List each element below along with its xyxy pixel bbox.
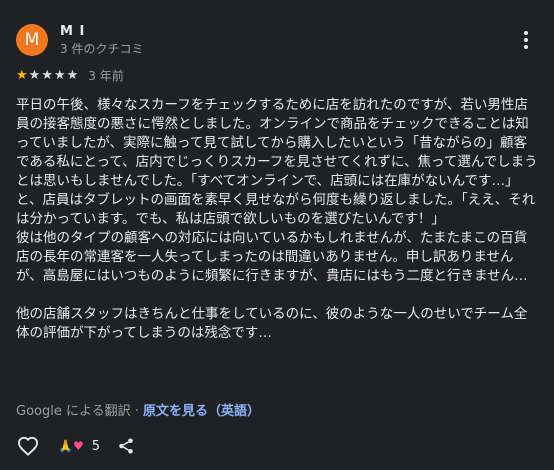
star-icon: ★ <box>66 67 79 83</box>
review-paragraph <box>16 286 538 305</box>
reaction-count: 5 <box>91 438 100 454</box>
heart-outline-icon <box>17 436 39 456</box>
star-icon: ★ <box>41 67 53 83</box>
share-icon <box>119 438 133 454</box>
more-vert-icon-dot <box>524 45 528 49</box>
more-vert-icon-dot <box>524 31 528 35</box>
review-header: M M I 3 件のクチコミ <box>16 24 536 58</box>
star-icon: ★ <box>28 67 41 83</box>
review-date: 3 年前 <box>88 68 124 83</box>
reviewer-review-count[interactable]: 3 件のクチコミ <box>60 42 143 56</box>
translation-row: Google による翻訳 · 原文を見る（英語） <box>16 404 260 420</box>
more-options-button[interactable] <box>516 26 536 54</box>
share-button[interactable] <box>116 436 136 456</box>
separator: · <box>134 404 139 419</box>
rating-row: ★ ★ ★ ★ ★ 3 年前 <box>16 67 124 83</box>
reactions[interactable]: 🙏 ♥ 5 <box>58 439 100 454</box>
review-paragraph: 他の店舗スタッフはきちんと仕事をしているのに、彼のような一人のせいでチーム全体の… <box>16 306 528 341</box>
review-paragraph: 平日の午後、様々なスカーフをチェックするために店を訪れたのですが、若い男性店員の… <box>16 97 538 227</box>
reviewer-name[interactable]: M I <box>60 24 85 40</box>
avatar-letter: M <box>24 30 40 50</box>
more-vert-icon-dot <box>524 38 528 42</box>
review-body: 平日の午後、様々なスカーフをチェックするために店を訪れたのですが、若い男性店員の… <box>16 96 538 343</box>
pink-heart-emoji: ♥ <box>72 439 84 453</box>
review-actions: 🙏 ♥ 5 <box>16 434 136 458</box>
review-card: M M I 3 件のクチコミ ★ ★ ★ ★ ★ 3 年前 平日の午後、様々なスカーフを… <box>0 0 554 470</box>
review-paragraph: 彼は他のタイプの顧客への対応には向いているかもしれませんが、たまたまこの百貨店の… <box>16 230 528 284</box>
see-original-link[interactable]: 原文を見る（英語） <box>143 404 260 419</box>
star-icon: ★ <box>16 67 28 83</box>
avatar[interactable]: M <box>16 24 48 56</box>
translation-note: Google による翻訳 <box>16 404 131 419</box>
star-rating: ★ ★ ★ ★ ★ <box>16 69 78 82</box>
praying-hands-emoji: 🙏 <box>58 439 73 453</box>
like-button[interactable] <box>16 434 40 458</box>
star-icon: ★ <box>53 67 66 83</box>
